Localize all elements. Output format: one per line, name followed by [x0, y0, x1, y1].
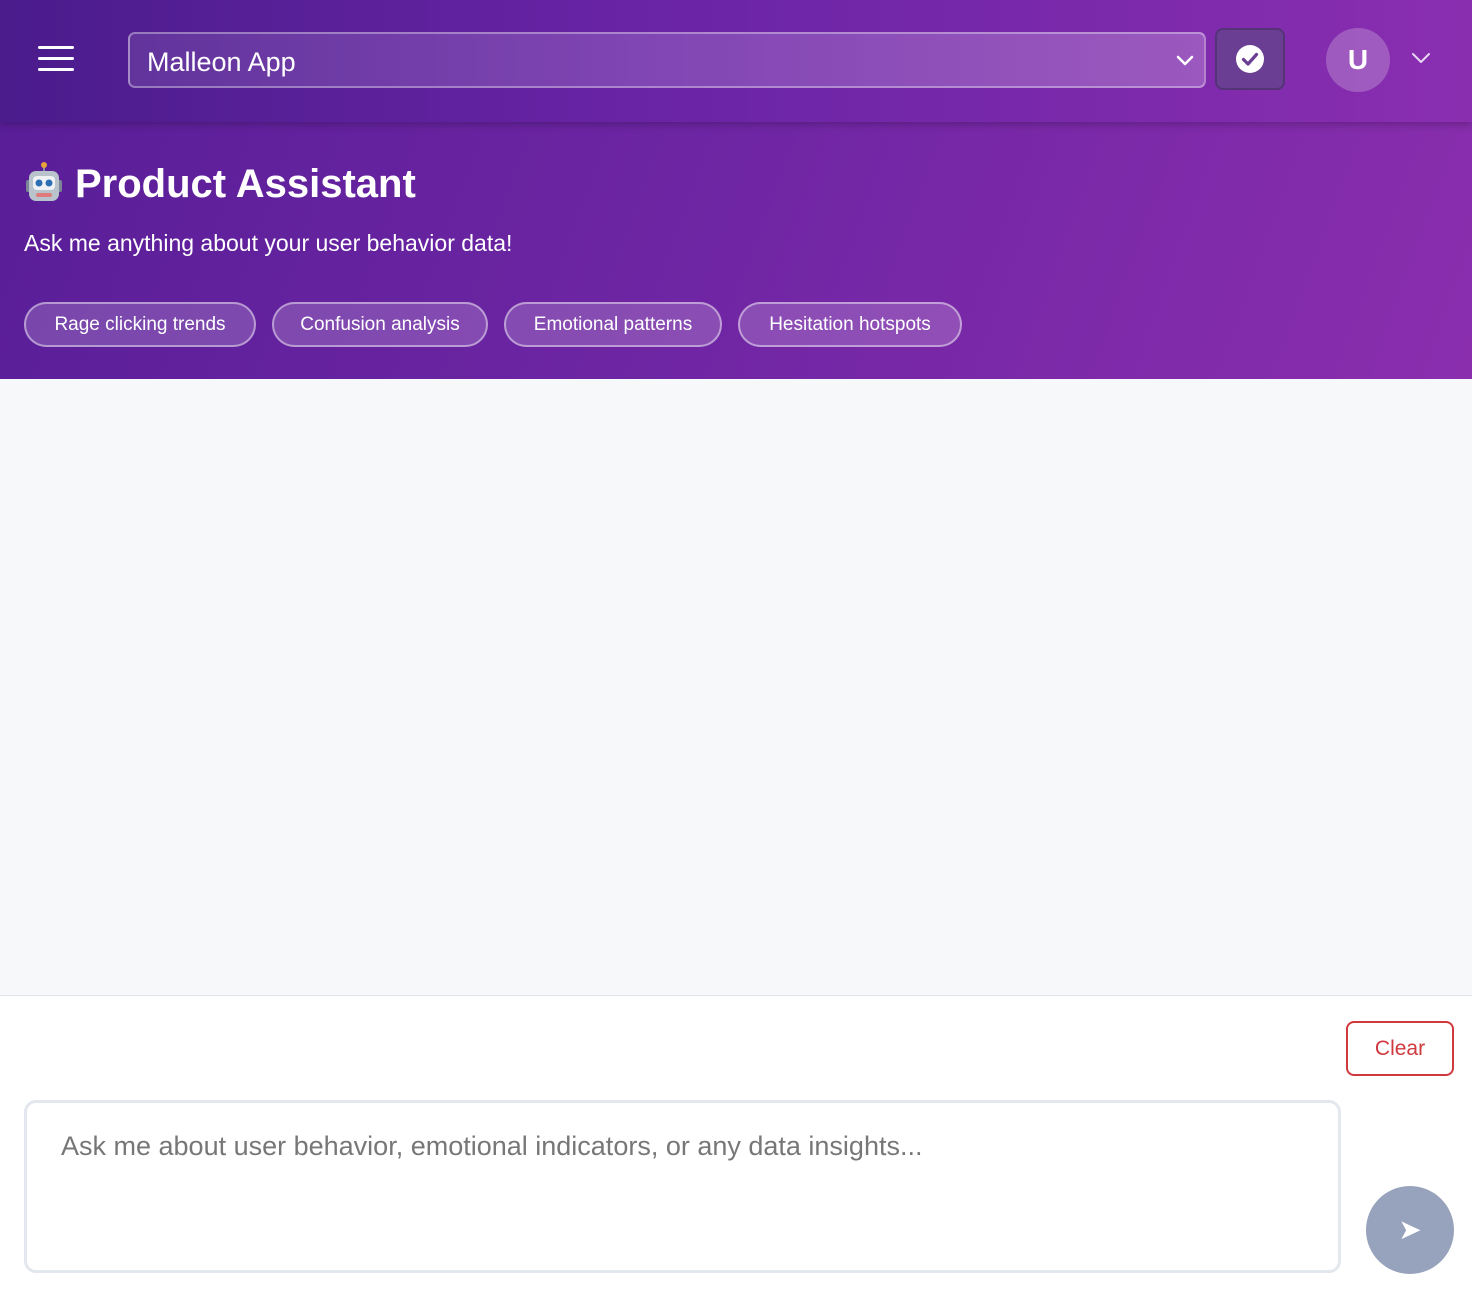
chat-composer: Clear ➤ — [0, 997, 1472, 1290]
suggestion-chip-confusion[interactable]: Confusion analysis — [272, 302, 488, 347]
page-subtitle: Ask me anything about your user behavior… — [24, 230, 513, 256]
page-title: Product Assistant — [75, 162, 416, 206]
assistant-hero-banner: Product Assistant Ask me anything about … — [0, 122, 1472, 379]
chevron-down-icon — [1176, 55, 1194, 66]
user-menu-chevron-icon[interactable] — [1410, 50, 1432, 66]
chat-messages-area[interactable] — [0, 379, 1472, 996]
chat-message-input[interactable] — [24, 1100, 1341, 1273]
clear-button[interactable]: Clear — [1346, 1021, 1454, 1076]
user-avatar[interactable]: U — [1326, 28, 1390, 92]
app-selector-value: Malleon App — [147, 47, 296, 77]
send-arrow-icon: ➤ — [1398, 1214, 1422, 1245]
hamburger-menu-icon[interactable] — [38, 46, 74, 72]
suggestion-chip-hesitation[interactable]: Hesitation hotspots — [738, 302, 962, 347]
suggestion-chip-emotional[interactable]: Emotional patterns — [504, 302, 722, 347]
confirm-app-button[interactable] — [1215, 28, 1285, 90]
send-button[interactable]: ➤ — [1366, 1186, 1454, 1274]
robot-emoji-icon — [26, 162, 62, 201]
check-circle-icon — [1236, 45, 1264, 73]
suggestion-chip-rage-clicking[interactable]: Rage clicking trends — [24, 302, 256, 347]
top-navigation-bar: Malleon App U — [0, 0, 1472, 122]
app-selector-dropdown[interactable]: Malleon App — [128, 32, 1206, 88]
